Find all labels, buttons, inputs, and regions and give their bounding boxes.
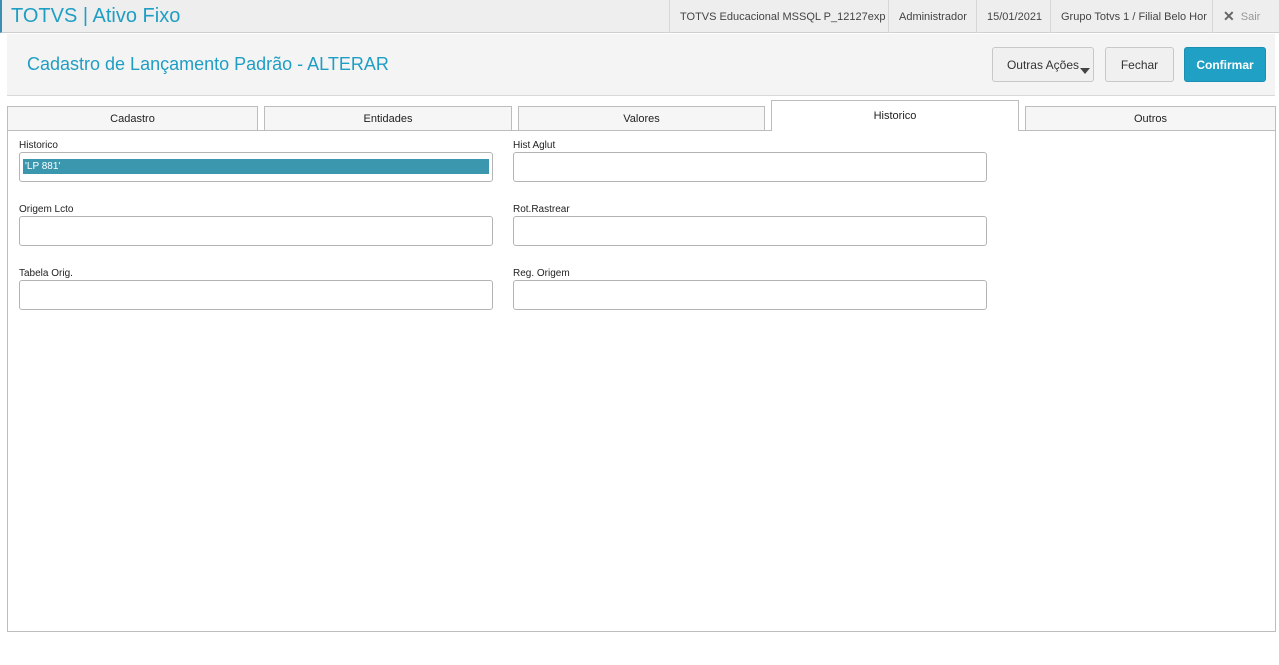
tab-panel: Historico 'LP 881' Hist Aglut Origem Lct…	[7, 130, 1276, 632]
more-actions-label: Outras Ações	[1006, 57, 1080, 72]
user-label: Administrador	[888, 0, 977, 33]
historico-field[interactable]: 'LP 881'	[19, 152, 493, 182]
chevron-down-icon	[1080, 68, 1090, 74]
tab-cadastro[interactable]: Cadastro	[7, 106, 258, 130]
top-bar: TOTVS | Ativo Fixo TOTVS Educacional MSS…	[0, 0, 1279, 33]
page-header: Cadastro de Lançamento Padrão - ALTERAR …	[7, 34, 1275, 96]
close-icon: ✕	[1223, 8, 1235, 24]
tabela-orig-field[interactable]	[19, 280, 493, 310]
close-button[interactable]: Fechar	[1105, 47, 1174, 82]
hist-aglut-field[interactable]	[513, 152, 987, 182]
reg-origem-field[interactable]	[513, 280, 987, 310]
reg-origem-label: Reg. Origem	[513, 268, 570, 279]
rot-rastrear-field[interactable]	[513, 216, 987, 246]
tab-entidades[interactable]: Entidades	[264, 106, 512, 130]
historico-label: Historico	[19, 140, 58, 151]
exit-button[interactable]: ✕ Sair	[1212, 0, 1279, 33]
confirm-button[interactable]: Confirmar	[1184, 47, 1266, 82]
tab-outros[interactable]: Outros	[1025, 106, 1276, 130]
tabela-orig-label: Tabela Orig.	[19, 268, 73, 279]
rot-rastrear-label: Rot.Rastrear	[513, 204, 570, 215]
more-actions-button[interactable]: Outras Ações	[992, 47, 1094, 82]
historico-value: 'LP 881'	[23, 159, 489, 174]
hist-aglut-label: Hist Aglut	[513, 140, 556, 151]
tab-historico[interactable]: Historico	[771, 100, 1019, 131]
environment-label: TOTVS Educacional MSSQL P_12127exp	[669, 0, 895, 33]
page-title: Cadastro de Lançamento Padrão - ALTERAR	[27, 54, 389, 74]
exit-label: Sair	[1240, 10, 1261, 23]
app-title: TOTVS | Ativo Fixo	[11, 5, 181, 27]
origem-lcto-field[interactable]	[19, 216, 493, 246]
origem-lcto-label: Origem Lcto	[19, 204, 74, 215]
branch-label: Grupo Totvs 1 / Filial Belo Hor	[1050, 0, 1217, 33]
tab-valores[interactable]: Valores	[518, 106, 765, 130]
date-label: 15/01/2021	[976, 0, 1052, 33]
